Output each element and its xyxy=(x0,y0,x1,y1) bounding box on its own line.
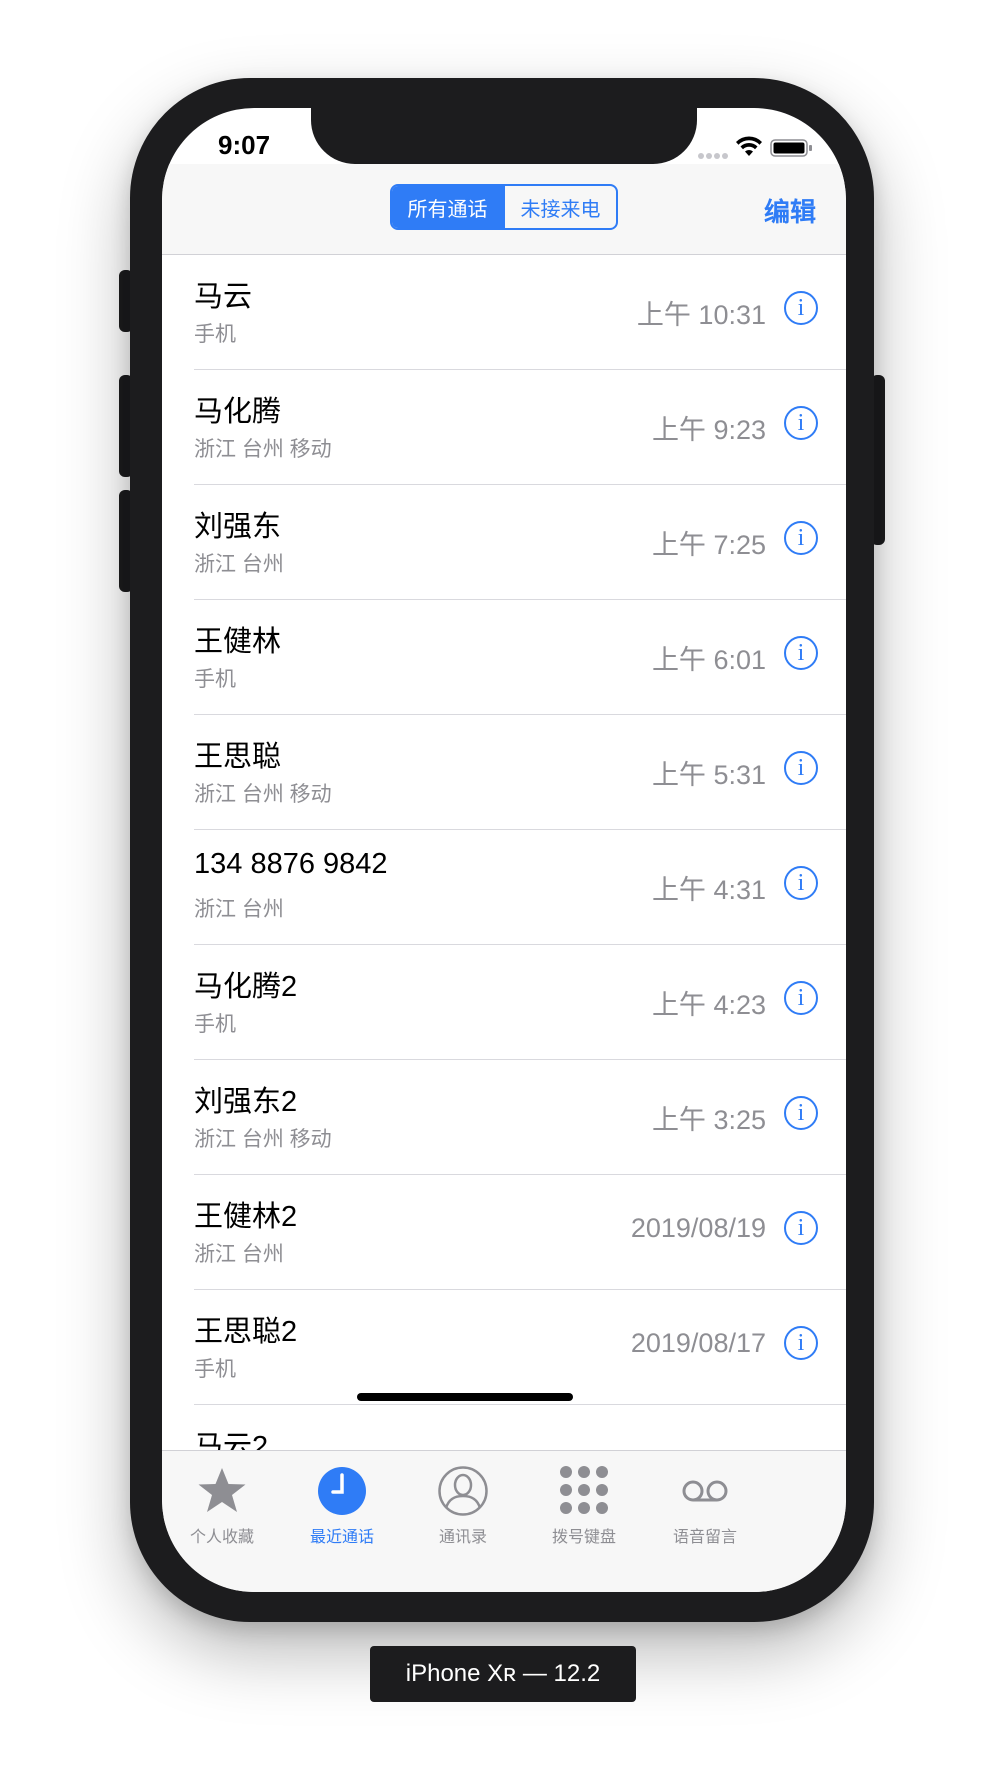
caller-detail: 浙江 台州 移动 xyxy=(194,438,332,461)
calls-filter-segment: 所有通话 未接来电 xyxy=(390,184,618,230)
tab-bar: 个人收藏 最近通话 通讯录 拨号键盘 语音留言 xyxy=(162,1450,846,1592)
caller-name: 马云 xyxy=(194,281,253,313)
call-time: 上午 4:23 xyxy=(651,990,766,1020)
caller-name: 马化腾2 xyxy=(194,971,298,1003)
caller-name: 刘强东 xyxy=(194,511,282,543)
call-time: 上午 9:23 xyxy=(651,415,766,445)
call-row[interactable]: 马化腾 浙江 台州 移动 上午 9:23 i xyxy=(162,370,846,485)
tab-keypad[interactable]: 拨号键盘 xyxy=(524,1465,644,1549)
segment-all-calls[interactable]: 所有通话 xyxy=(392,186,503,228)
tab-label: 通讯录 xyxy=(438,1529,487,1546)
tab-label: 语音留言 xyxy=(672,1529,737,1546)
voicemail-icon xyxy=(682,1480,728,1502)
caller-name: 134 8876 9842 xyxy=(194,848,388,880)
info-icon[interactable]: i xyxy=(784,291,818,325)
tab-contacts[interactable]: 通讯录 xyxy=(403,1465,523,1549)
caller-name: 王思聪 xyxy=(194,741,282,773)
keypad-icon xyxy=(560,1466,608,1514)
status-time: 9:07 xyxy=(218,130,271,160)
info-icon[interactable]: i xyxy=(784,1211,818,1245)
info-icon[interactable]: i xyxy=(784,866,818,900)
tab-voicemail[interactable]: 语音留言 xyxy=(645,1465,765,1549)
edit-button[interactable]: 编辑 xyxy=(764,192,816,229)
call-row[interactable]: 王健林2 浙江 台州 2019/08/19 i xyxy=(162,1175,846,1290)
navigation-bar: 所有通话 未接来电 编辑 xyxy=(162,164,846,255)
tab-label: 拨号键盘 xyxy=(551,1529,616,1546)
recent-calls-list: 马云 手机 上午 10:31 i 马化腾 浙江 台州 移动 上午 9:23 i … xyxy=(162,255,846,1450)
notch xyxy=(311,108,697,164)
call-row[interactable]: 王健林 手机 上午 6:01 i xyxy=(162,600,846,715)
phone-screen: 9:07 所有通话 未接来电 编辑 马云 手机 上午 10:31 i 马化腾 浙… xyxy=(162,108,846,1592)
tab-favorites[interactable]: 个人收藏 xyxy=(162,1465,282,1549)
caller-name: 王思聪2 xyxy=(194,1316,298,1348)
tab-recents[interactable]: 最近通话 xyxy=(282,1465,402,1549)
caller-detail: 浙江 台州 xyxy=(194,898,284,921)
device-label: iPhone Xʀ — 12.2 xyxy=(370,1646,636,1702)
call-row[interactable]: 134 8876 9842 浙江 台州 上午 4:31 i xyxy=(162,830,846,945)
caller-detail: 手机 xyxy=(194,668,236,691)
segment-missed-calls[interactable]: 未接来电 xyxy=(503,186,616,228)
caller-detail: 手机 xyxy=(194,1358,236,1381)
caller-detail: 浙江 台州 xyxy=(194,1243,284,1266)
call-time: 上午 6:01 xyxy=(651,645,766,675)
tab-label: 最近通话 xyxy=(309,1529,374,1546)
info-icon[interactable]: i xyxy=(784,636,818,670)
call-time: 上午 10:31 xyxy=(636,300,766,330)
info-icon[interactable]: i xyxy=(784,1326,818,1360)
signal-icon xyxy=(698,146,730,164)
call-time: 2019/08/19 xyxy=(630,1213,766,1243)
call-time: 上午 5:31 xyxy=(651,760,766,790)
call-row[interactable]: 马云 手机 上午 10:31 i xyxy=(162,255,846,370)
call-row[interactable]: 王思聪 浙江 台州 移动 上午 5:31 i xyxy=(162,715,846,830)
tab-label: 个人收藏 xyxy=(189,1529,254,1546)
info-icon[interactable]: i xyxy=(784,406,818,440)
caller-name: 马化腾 xyxy=(194,396,282,428)
caller-detail: 浙江 台州 移动 xyxy=(194,783,332,806)
status-indicators xyxy=(698,136,818,160)
caller-name: 马云2 xyxy=(194,1431,269,1450)
call-row[interactable]: 刘强东 浙江 台州 上午 7:25 i xyxy=(162,485,846,600)
caller-detail: 浙江 台州 xyxy=(194,553,284,576)
contacts-icon xyxy=(438,1466,488,1516)
call-time: 2019/08/17 xyxy=(630,1328,766,1358)
info-icon[interactable]: i xyxy=(784,751,818,785)
caller-name: 刘强东2 xyxy=(194,1086,298,1118)
caller-name: 王健林2 xyxy=(194,1201,298,1233)
caller-detail: 手机 xyxy=(194,1013,236,1036)
clock-icon xyxy=(318,1467,366,1515)
caller-detail: 浙江 台州 移动 xyxy=(194,1128,332,1151)
call-row[interactable]: 王思聪2 手机 2019/08/17 i xyxy=(162,1290,846,1405)
call-time: 上午 4:31 xyxy=(651,875,766,905)
star-icon xyxy=(198,1468,246,1512)
caller-detail: 手机 xyxy=(194,323,236,346)
call-time: 上午 7:25 xyxy=(651,530,766,560)
wifi-icon xyxy=(736,136,762,156)
battery-icon xyxy=(770,139,812,157)
call-row[interactable]: 刘强东2 浙江 台州 移动 上午 3:25 i xyxy=(162,1060,846,1175)
call-row[interactable]: 马云2 xyxy=(162,1405,846,1450)
call-row[interactable]: 马化腾2 手机 上午 4:23 i xyxy=(162,945,846,1060)
info-icon[interactable]: i xyxy=(784,521,818,555)
info-icon[interactable]: i xyxy=(784,981,818,1015)
caller-name: 王健林 xyxy=(194,626,282,658)
call-time: 上午 3:25 xyxy=(651,1105,766,1135)
home-indicator[interactable] xyxy=(357,1393,573,1401)
info-icon[interactable]: i xyxy=(784,1096,818,1130)
